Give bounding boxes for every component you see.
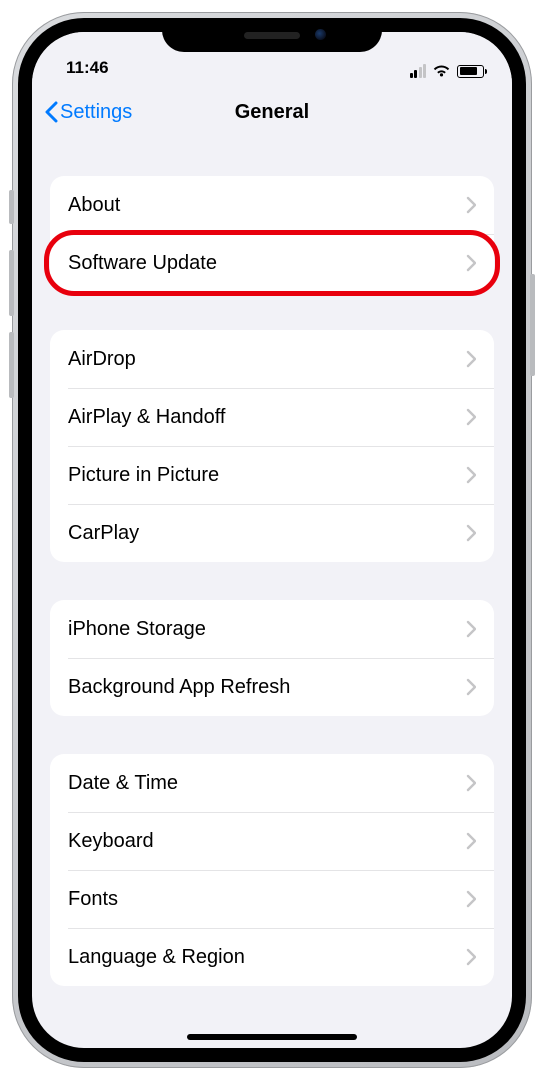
chevron-right-icon (466, 620, 476, 638)
notch (162, 18, 382, 52)
navigation-bar: Settings General (32, 84, 512, 140)
row-label: Software Update (68, 252, 217, 275)
chevron-right-icon (466, 350, 476, 368)
row-label: Picture in Picture (68, 464, 219, 487)
device-frame: 11:46 Settings General (12, 12, 532, 1068)
back-button[interactable]: Settings (44, 101, 132, 124)
home-indicator[interactable] (187, 1034, 357, 1040)
chevron-right-icon (466, 890, 476, 908)
row-about[interactable]: About (50, 176, 494, 234)
settings-group: Date & Time Keyboard Fonts Language & Regio… (50, 754, 494, 986)
row-keyboard[interactable]: Keyboard (50, 812, 494, 870)
power-button[interactable] (530, 274, 535, 376)
chevron-right-icon (466, 774, 476, 792)
row-background-app-refresh[interactable]: Background App Refresh (50, 658, 494, 716)
mute-switch[interactable] (9, 190, 14, 224)
settings-group: iPhone Storage Background App Refresh (50, 600, 494, 716)
back-label: Settings (60, 101, 132, 124)
volume-up-button[interactable] (9, 250, 14, 316)
front-camera (315, 29, 326, 40)
row-label: Language & Region (68, 946, 245, 969)
settings-group: About Software Update (50, 176, 494, 292)
chevron-right-icon (466, 254, 476, 272)
row-label: About (68, 194, 120, 217)
row-label: Date & Time (68, 772, 178, 795)
volume-down-button[interactable] (9, 332, 14, 398)
chevron-right-icon (466, 832, 476, 850)
row-label: AirPlay & Handoff (68, 406, 226, 429)
page-title: General (235, 101, 309, 124)
row-software-update[interactable]: Software Update (50, 234, 494, 292)
speaker-grille (244, 32, 300, 39)
wifi-icon (432, 64, 451, 78)
row-fonts[interactable]: Fonts (50, 870, 494, 928)
chevron-right-icon (466, 196, 476, 214)
settings-group: AirDrop AirPlay & Handoff Picture in Pictu… (50, 330, 494, 562)
status-time: 11:46 (66, 58, 109, 80)
row-airdrop[interactable]: AirDrop (50, 330, 494, 388)
status-indicators (410, 64, 485, 80)
row-label: iPhone Storage (68, 618, 206, 641)
battery-icon (457, 65, 484, 78)
row-language-region[interactable]: Language & Region (50, 928, 494, 986)
chevron-right-icon (466, 678, 476, 696)
row-label: Keyboard (68, 830, 154, 853)
row-picture-in-picture[interactable]: Picture in Picture (50, 446, 494, 504)
row-label: Background App Refresh (68, 676, 290, 699)
chevron-right-icon (466, 948, 476, 966)
device-bezel: 11:46 Settings General (18, 18, 526, 1062)
row-date-time[interactable]: Date & Time (50, 754, 494, 812)
chevron-right-icon (466, 524, 476, 542)
settings-content[interactable]: About Software Update AirDrop AirPlay & Han… (32, 140, 512, 1048)
chevron-right-icon (466, 408, 476, 426)
row-label: Fonts (68, 888, 118, 911)
row-airplay-handoff[interactable]: AirPlay & Handoff (50, 388, 494, 446)
cellular-signal-icon (410, 64, 427, 78)
row-iphone-storage[interactable]: iPhone Storage (50, 600, 494, 658)
row-label: CarPlay (68, 522, 139, 545)
chevron-right-icon (466, 466, 476, 484)
row-label: AirDrop (68, 348, 136, 371)
row-carplay[interactable]: CarPlay (50, 504, 494, 562)
chevron-left-icon (44, 101, 58, 123)
screen: 11:46 Settings General (32, 32, 512, 1048)
